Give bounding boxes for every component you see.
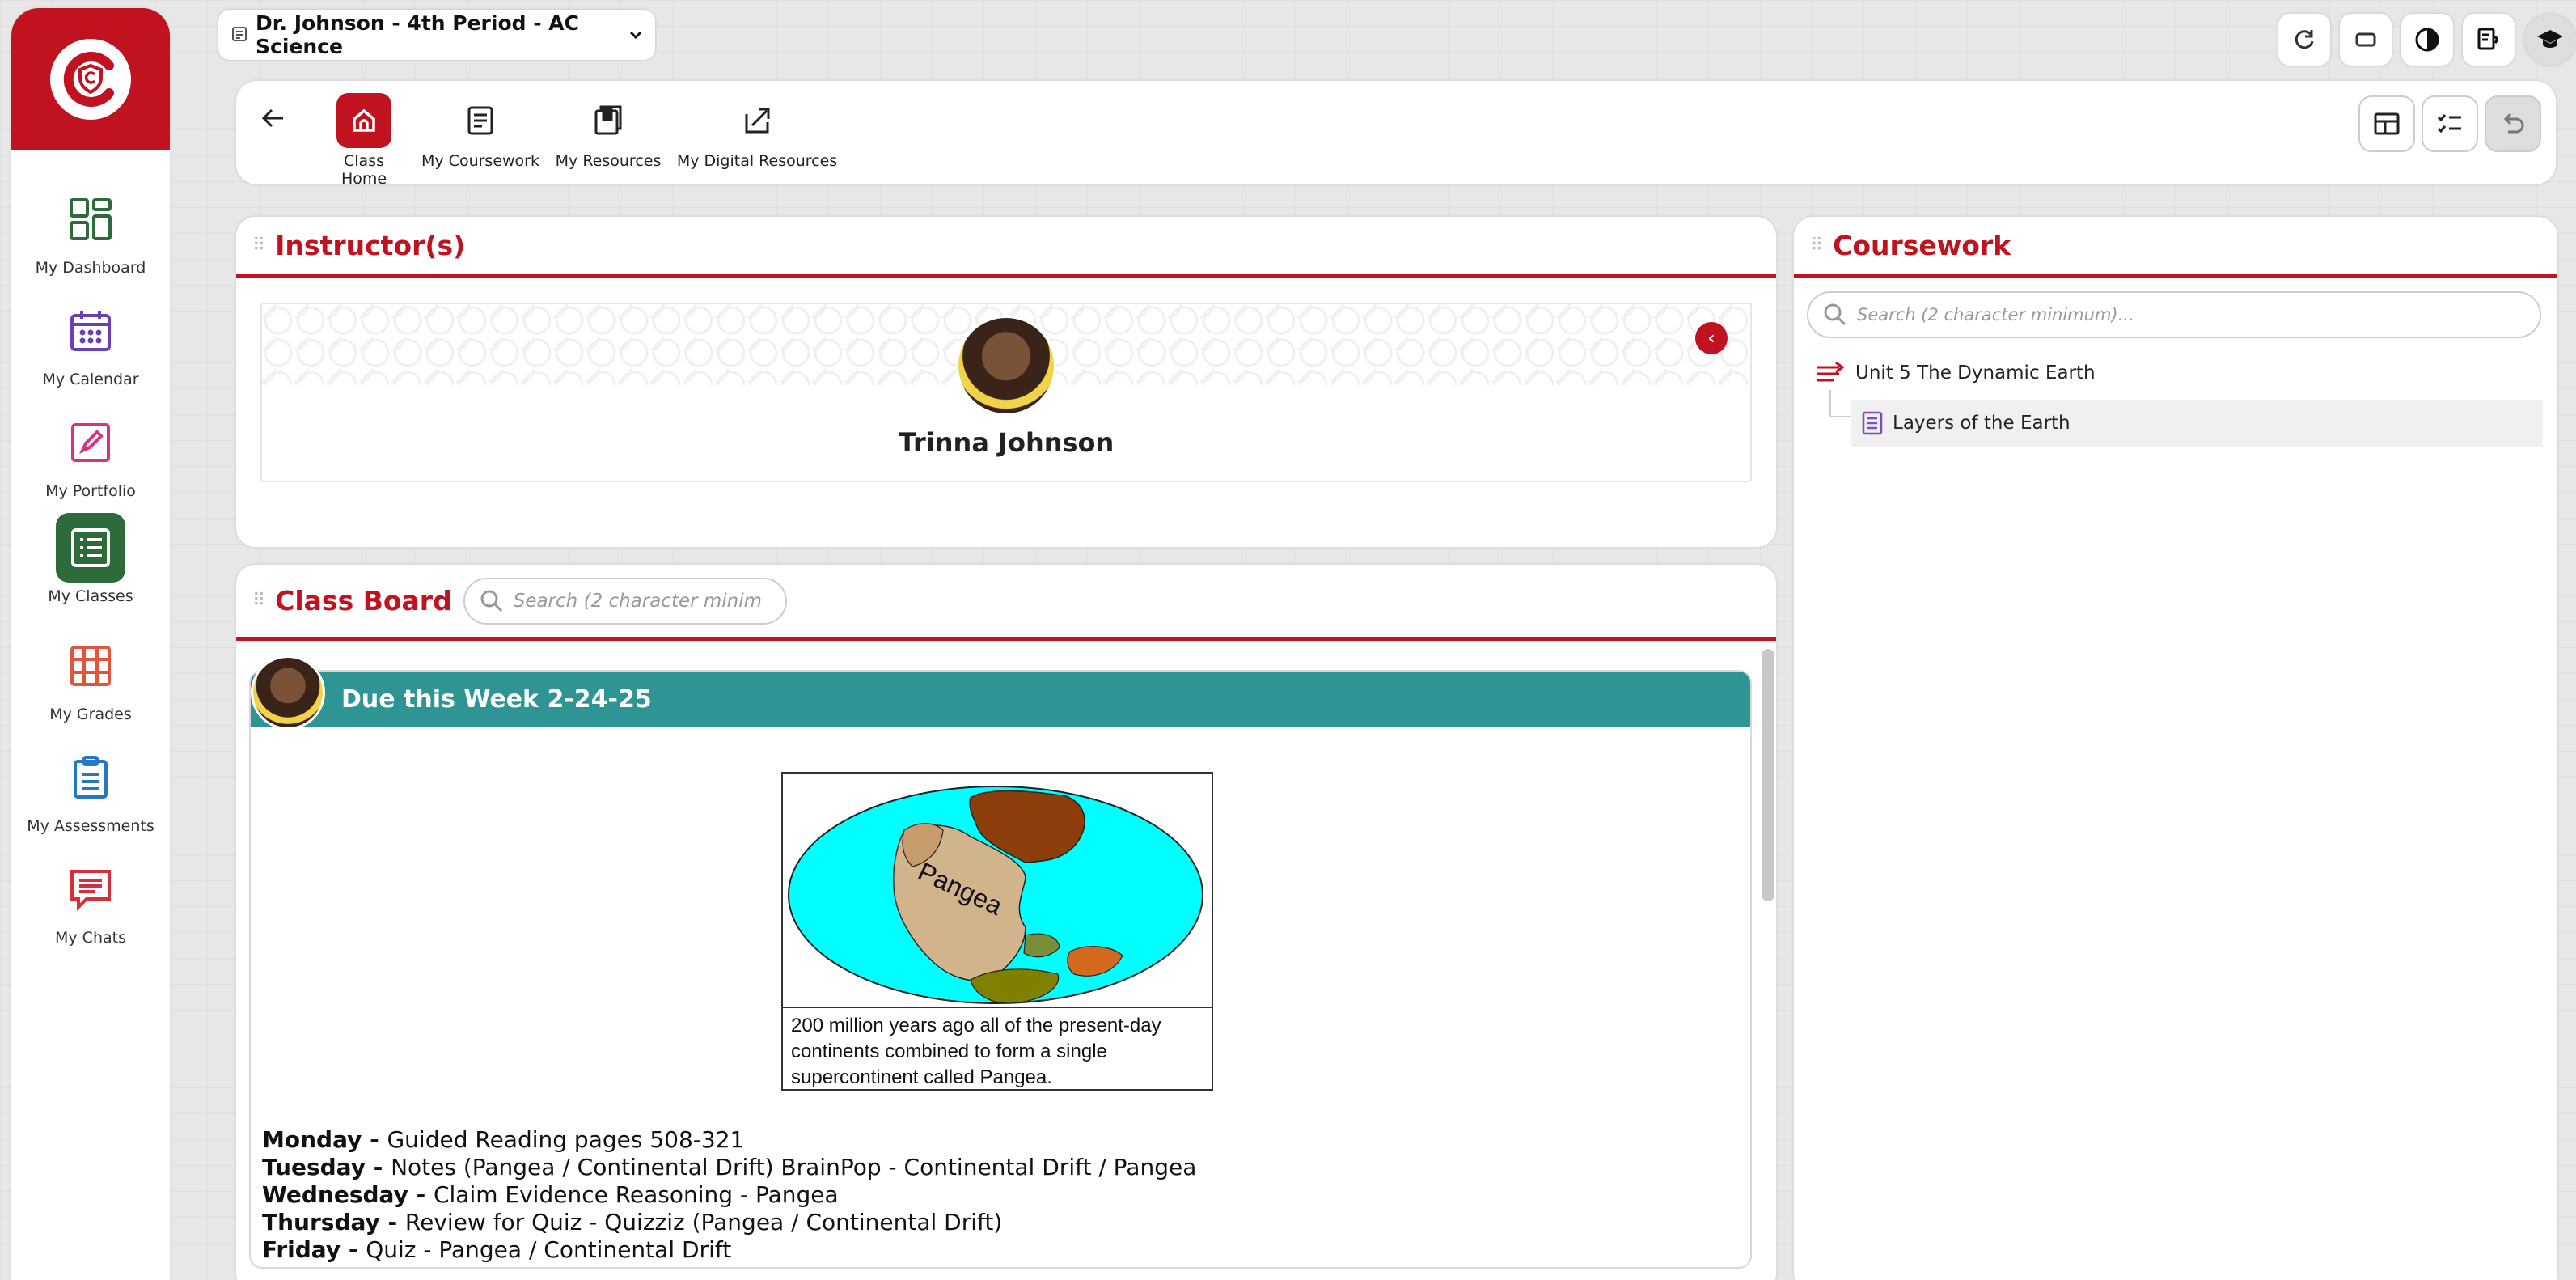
sidebar-item-grades[interactable]: My Grades (11, 631, 170, 723)
collapse-chevron-icon[interactable]: ‹ (1695, 322, 1728, 354)
coursework-search-input[interactable]: Search (2 character minimum)... (1807, 291, 2541, 338)
left-sidebar: My Dashboard My Calendar My Portfolio My… (11, 8, 170, 1280)
digital-resources-icon (676, 92, 838, 149)
unit-label: Unit 5 The Dynamic Earth (1855, 362, 2096, 384)
instructor-avatar[interactable] (956, 316, 1056, 416)
class-board-panel: ⠿ Class Board Search (2 character minim … (236, 565, 1776, 1280)
coursework-icon (416, 92, 545, 149)
portfolio-pencil-icon (56, 408, 125, 477)
contrast-toggle-button[interactable] (2401, 14, 2453, 66)
post-title: Due this Week 2-24-25 (341, 685, 652, 714)
top-utility-bar (2278, 11, 2576, 68)
tree-connector (1829, 390, 1851, 417)
schedule-row: Tuesday - Notes (Pangea / Continental Dr… (262, 1154, 1197, 1180)
toolbar-actions (2358, 95, 2541, 152)
school-logo-icon[interactable] (50, 39, 131, 120)
instructors-panel-header: ⠿ Instructor(s) (236, 217, 1776, 278)
search-icon (1824, 303, 1846, 326)
tab-label: My Coursework (421, 152, 539, 170)
sidebar-item-label: My Assessments (27, 817, 154, 835)
sidebar-item-label: My Calendar (42, 371, 139, 388)
schedule-row: Friday - Quiz - Pangea / Continental Dri… (262, 1236, 732, 1263)
chevron-down-icon (629, 27, 642, 44)
unit-arrows-icon (1817, 361, 1845, 382)
sidebar-item-label: My Grades (49, 706, 132, 723)
sidebar-item-label: My Portfolio (45, 482, 136, 500)
layout-toggle-button[interactable] (2358, 95, 2415, 152)
class-board-title: Class Board (275, 585, 452, 617)
search-placeholder: Search (2 character minimum)... (1857, 305, 2134, 324)
coursework-panel: ⠿ Coursework Search (2 character minimum… (1794, 217, 2557, 1280)
schedule-row: Wednesday - Claim Evidence Reasoning - P… (262, 1181, 839, 1208)
tab-label: My Digital Resources (676, 152, 838, 170)
resources-book-icon (552, 92, 665, 149)
instructor-name: Trinna Johnson (898, 427, 1115, 458)
chat-bubble-icon (56, 854, 125, 924)
sidebar-item-dashboard[interactable]: My Dashboard (11, 184, 170, 277)
class-selector-value: Dr. Johnson - 4th Period - AC Science (256, 11, 579, 58)
sidebar-item-calendar[interactable]: My Calendar (11, 296, 170, 388)
tab-class-home[interactable]: Class Home (319, 92, 409, 188)
undo-button[interactable] (2485, 95, 2541, 152)
coursework-panel-header: ⠿ Coursework (1794, 217, 2557, 278)
search-icon (480, 590, 502, 612)
home-icon (336, 93, 391, 148)
graduation-cap-icon[interactable] (2524, 14, 2576, 66)
classes-list-icon (56, 513, 125, 583)
schedule-row: Thursday - Review for Quiz - Quizziz (Pa… (262, 1209, 1003, 1235)
class-board-scrollbar[interactable] (1762, 649, 1774, 901)
tab-my-coursework[interactable]: My Coursework (416, 92, 545, 170)
sidebar-item-label: My Dashboard (35, 259, 146, 277)
drag-handle-icon[interactable]: ⠿ (252, 235, 265, 256)
grades-table-icon (56, 631, 125, 701)
dashboard-grid-icon (56, 184, 125, 254)
refresh-button[interactable] (2278, 14, 2330, 66)
sidebar-item-label: My Classes (48, 587, 133, 605)
back-arrow-icon[interactable] (259, 104, 288, 141)
tab-my-digital-resources[interactable]: My Digital Resources (676, 92, 838, 170)
calendar-icon (56, 296, 125, 366)
instructors-title: Instructor(s) (275, 230, 466, 261)
brand-header (11, 8, 170, 150)
class-board-post: Due this Week 2-24-25 Pangea 200 million… (249, 670, 1752, 1269)
checklist-button[interactable] (2422, 95, 2478, 152)
sidebar-item-portfolio[interactable]: My Portfolio (11, 408, 170, 500)
sidebar-item-assessments[interactable]: My Assessments (11, 743, 170, 835)
drag-handle-icon[interactable]: ⠿ (1810, 235, 1823, 256)
lesson-document-icon (1862, 411, 1883, 435)
fullscreen-button[interactable] (2340, 14, 2392, 66)
class-navigation-toolbar: Class Home My Coursework My Resources My… (236, 81, 2556, 188)
class-selector-dropdown[interactable]: Dr. Johnson - 4th Period - AC Science (218, 10, 655, 60)
drag-handle-icon[interactable]: ⠿ (252, 591, 265, 611)
assessments-clipboard-icon (56, 743, 125, 812)
weekly-schedule: Monday - Guided Reading pages 508-321 Tu… (262, 1126, 1196, 1264)
unit-tree-item[interactable]: Unit 5 The Dynamic Earth (1815, 361, 2096, 385)
tab-label: My Resources (555, 152, 662, 170)
tab-label: Class Home (341, 152, 387, 188)
search-placeholder: Search (2 character minim (513, 590, 763, 612)
post-author-avatar[interactable] (251, 655, 325, 730)
read-aloud-button[interactable] (2463, 14, 2515, 66)
lesson-tree-item[interactable]: Layers of the Earth (1851, 400, 2543, 447)
instructors-panel: ⠿ Instructor(s) Trinna Johnson ‹ (236, 217, 1776, 547)
lesson-label: Layers of the Earth (1893, 413, 2071, 434)
class-board-header: ⠿ Class Board Search (2 character minim (236, 565, 1776, 641)
instructor-card: Trinna Johnson ‹ (260, 303, 1752, 482)
post-header: Due this Week 2-24-25 (251, 672, 1750, 727)
schedule-row: Monday - Guided Reading pages 508-321 (262, 1126, 745, 1153)
class-board-search-input[interactable]: Search (2 character minim (463, 577, 787, 625)
sidebar-item-label: My Chats (55, 929, 126, 947)
sidebar-item-chats[interactable]: My Chats (11, 854, 170, 947)
class-list-icon (231, 23, 247, 47)
sidebar-item-classes[interactable]: My Classes (11, 513, 170, 605)
figure-caption: 200 million years ago all of the present… (791, 1015, 1161, 1088)
tab-my-resources[interactable]: My Resources (552, 92, 665, 170)
coursework-title: Coursework (1833, 230, 2011, 261)
pangea-map-image: Pangea (788, 786, 1203, 1004)
pangea-figure: Pangea 200 million years ago all of the … (781, 772, 1213, 1091)
